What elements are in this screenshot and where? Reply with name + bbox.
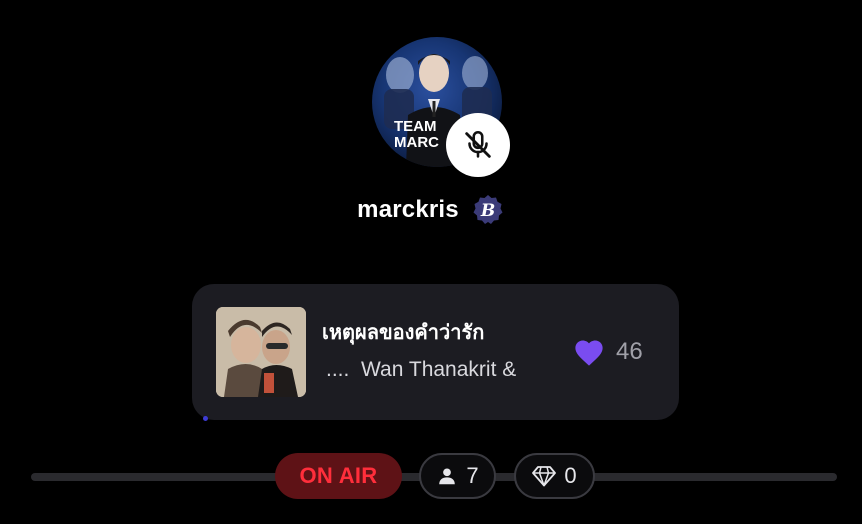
verified-badge-icon: B [473, 195, 503, 224]
listeners-pill[interactable]: 7 [419, 453, 496, 499]
song-title: เหตุผลของคำว่ารัก [322, 320, 485, 344]
gem-count: 0 [564, 463, 577, 488]
person-icon [439, 468, 456, 485]
like-count: 46 [616, 338, 643, 365]
gems-pill[interactable]: 0 [514, 453, 595, 499]
song-artist: .... Wan Thanakrit & [326, 358, 517, 381]
song-cover-art [216, 307, 306, 397]
live-room-screen: TEAM MARC marckris B เหตุผลของคำว่ารัก .… [0, 0, 862, 524]
listener-count: 7 [466, 463, 479, 488]
cover-art-illustration [216, 307, 306, 397]
host-name-row: marckris B [0, 190, 862, 230]
on-air-badge: ON AIR [275, 453, 402, 499]
on-air-label: ON AIR [299, 463, 378, 488]
like-button[interactable]: 46 [572, 332, 643, 372]
verified-badge-letter: B [480, 201, 495, 221]
microphone-off-icon [465, 130, 491, 158]
now-playing-card[interactable]: เหตุผลของคำว่ารัก .... Wan Thanakrit & 4… [192, 284, 679, 420]
avatar-marc-text: MARC [394, 134, 439, 151]
diamond-icon [532, 466, 557, 487]
mic-muted-badge [446, 113, 510, 177]
heart-icon [575, 340, 603, 366]
host-username[interactable]: marckris [357, 196, 459, 224]
avatar-team-text: TEAM [394, 118, 437, 135]
card-indicator-dot [203, 416, 208, 421]
